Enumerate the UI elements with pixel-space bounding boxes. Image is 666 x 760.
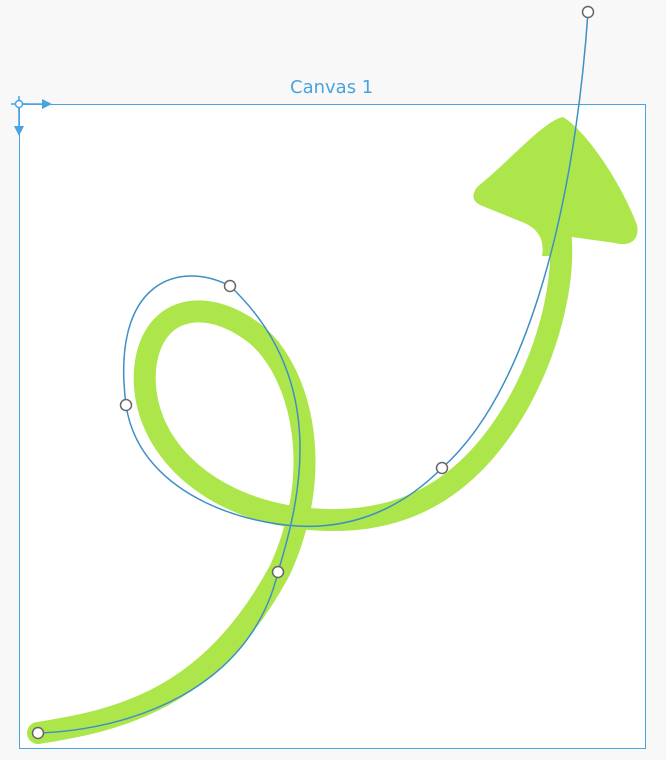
drawing-overlay (11, 5, 638, 744)
bezier-path[interactable] (37, 11, 589, 734)
y-axis-arrow-icon (14, 126, 24, 136)
brush-stroke-body (27, 219, 573, 744)
path-handle-start[interactable] (31, 726, 45, 740)
path-handle-middle[interactable] (271, 565, 285, 579)
design-stage: Canvas 1 (0, 0, 666, 760)
path-handle-right[interactable] (435, 461, 449, 475)
path-handle-loop-top[interactable] (223, 279, 237, 293)
origin-axis-icon[interactable] (11, 96, 52, 136)
origin-crosshair-icon (14, 99, 24, 109)
path-handle-loop-left[interactable] (119, 398, 133, 412)
brush-stroke[interactable] (27, 117, 638, 744)
x-axis-arrow-icon (42, 99, 52, 109)
path-handle-top[interactable] (581, 5, 595, 19)
